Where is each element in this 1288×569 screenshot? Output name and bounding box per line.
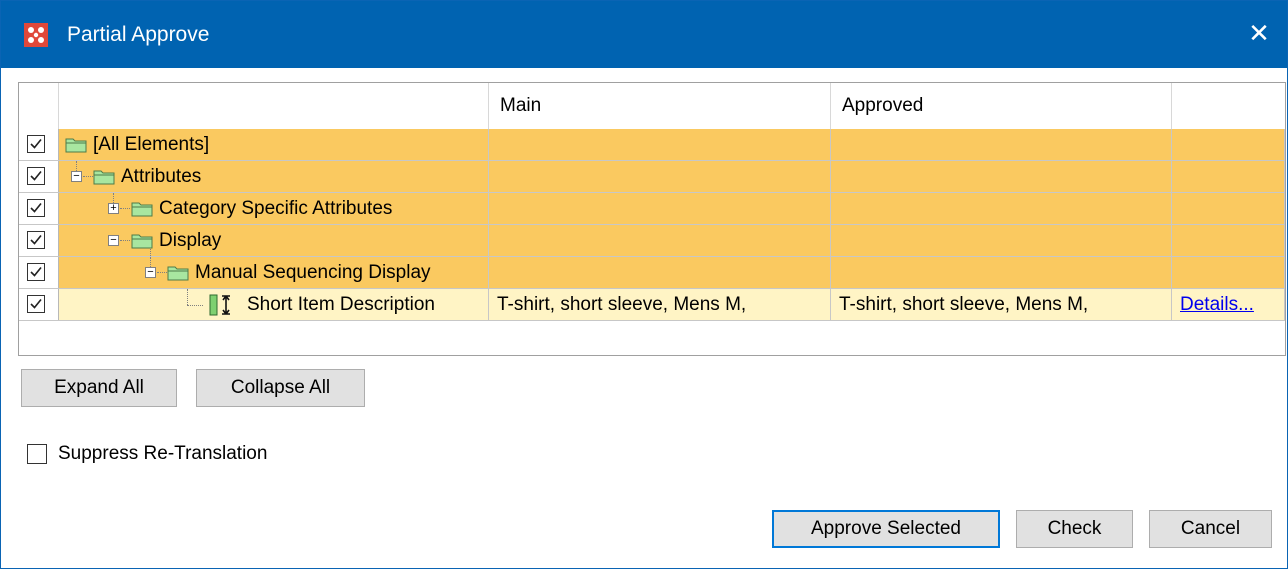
details-cell bbox=[1172, 129, 1285, 160]
checkbox-cell bbox=[19, 193, 59, 224]
checkmark-icon bbox=[30, 138, 42, 149]
folder-icon bbox=[167, 266, 189, 281]
table-row[interactable]: + Category Specific Attributes bbox=[19, 193, 1285, 225]
approve-selected-button[interactable]: Approve Selected bbox=[772, 510, 1000, 548]
tree-cell[interactable]: − Display bbox=[59, 225, 489, 256]
tree-connector bbox=[83, 176, 93, 177]
tree-connector bbox=[187, 305, 203, 306]
main-cell bbox=[489, 225, 831, 256]
details-link[interactable]: Details... bbox=[1180, 294, 1254, 315]
tree-connector bbox=[120, 240, 130, 241]
details-cell bbox=[1172, 225, 1285, 256]
row-checkbox[interactable] bbox=[27, 295, 45, 313]
tree-cell[interactable]: Short Item Description bbox=[59, 289, 489, 320]
tree-node-label: Attributes bbox=[121, 166, 202, 187]
collapse-toggle-icon[interactable]: − bbox=[145, 267, 156, 278]
checkbox-cell bbox=[19, 129, 59, 160]
tree-cell[interactable]: + Category Specific Attributes bbox=[59, 193, 489, 224]
details-cell bbox=[1172, 161, 1285, 192]
grid-header: Main Approved bbox=[19, 83, 1285, 130]
checkmark-icon bbox=[30, 202, 42, 213]
main-cell bbox=[489, 193, 831, 224]
window-title: Partial Approve bbox=[67, 23, 210, 46]
approved-cell: T-shirt, short sleeve, Mens M, bbox=[831, 289, 1172, 320]
collapse-toggle-icon[interactable]: − bbox=[71, 171, 82, 182]
details-cell: Details... bbox=[1172, 289, 1285, 320]
approved-cell bbox=[831, 225, 1172, 256]
tree-cell[interactable]: − Attributes bbox=[59, 161, 489, 192]
checkbox-cell bbox=[19, 161, 59, 192]
main-cell bbox=[489, 129, 831, 160]
tree-node-label: Short Item Description bbox=[247, 294, 435, 315]
tree-cell[interactable]: − Manual Sequencing Display bbox=[59, 257, 489, 288]
checkbox-cell bbox=[19, 289, 59, 320]
text-field-icon bbox=[209, 294, 230, 316]
header-approved[interactable]: Approved bbox=[831, 83, 1172, 129]
approved-cell bbox=[831, 129, 1172, 160]
approval-tree-grid: Main Approved [All Elements] − Attribute… bbox=[18, 82, 1286, 356]
checkmark-icon bbox=[30, 266, 42, 277]
row-checkbox[interactable] bbox=[27, 167, 45, 185]
main-cell bbox=[489, 257, 831, 288]
header-main[interactable]: Main bbox=[489, 83, 831, 129]
checkbox-cell bbox=[19, 225, 59, 256]
check-button[interactable]: Check bbox=[1016, 510, 1133, 548]
details-cell bbox=[1172, 193, 1285, 224]
tree-connector bbox=[120, 208, 130, 209]
tree-connector bbox=[187, 289, 188, 305]
collapse-all-button[interactable]: Collapse All bbox=[196, 369, 365, 407]
details-cell bbox=[1172, 257, 1285, 288]
header-details-col bbox=[1172, 83, 1285, 129]
folder-icon bbox=[131, 234, 153, 249]
table-row[interactable]: − Manual Sequencing Display bbox=[19, 257, 1285, 289]
main-cell bbox=[489, 161, 831, 192]
checkmark-icon bbox=[30, 234, 42, 245]
app-logo-icon bbox=[24, 23, 48, 47]
row-checkbox[interactable] bbox=[27, 135, 45, 153]
main-cell: T-shirt, short sleeve, Mens M, bbox=[489, 289, 831, 320]
tree-node-label: Display bbox=[159, 230, 222, 251]
tree-node-label: [All Elements] bbox=[93, 134, 210, 155]
folder-icon bbox=[131, 202, 153, 217]
folder-icon bbox=[93, 170, 115, 185]
title-bar: Partial Approve ✕ bbox=[1, 1, 1287, 68]
tree-node-label: Category Specific Attributes bbox=[159, 198, 393, 219]
header-element-col bbox=[59, 83, 489, 129]
folder-icon bbox=[65, 138, 87, 153]
checkmark-icon bbox=[30, 298, 42, 309]
approved-cell bbox=[831, 161, 1172, 192]
table-row[interactable]: − Attributes bbox=[19, 161, 1285, 193]
partial-approve-dialog: Partial Approve ✕ Main Approved [All Ele… bbox=[0, 0, 1288, 569]
checkbox-cell bbox=[19, 257, 59, 288]
close-icon[interactable]: ✕ bbox=[1239, 13, 1279, 53]
checkmark-icon bbox=[30, 170, 42, 181]
table-row[interactable]: − Display bbox=[19, 225, 1285, 257]
approved-cell bbox=[831, 257, 1172, 288]
row-checkbox[interactable] bbox=[27, 199, 45, 217]
expand-toggle-icon[interactable]: + bbox=[108, 203, 119, 214]
cancel-button[interactable]: Cancel bbox=[1149, 510, 1272, 548]
expand-all-button[interactable]: Expand All bbox=[21, 369, 177, 407]
row-checkbox[interactable] bbox=[27, 231, 45, 249]
table-row[interactable]: [All Elements] bbox=[19, 129, 1285, 161]
table-row[interactable]: Short Item Description T-shirt, short sl… bbox=[19, 289, 1285, 321]
tree-connector bbox=[157, 272, 167, 273]
tree-cell[interactable]: [All Elements] bbox=[59, 129, 489, 160]
row-checkbox[interactable] bbox=[27, 263, 45, 281]
suppress-retranslation-label: Suppress Re-Translation bbox=[58, 443, 268, 464]
collapse-toggle-icon[interactable]: − bbox=[108, 235, 119, 246]
tree-node-label: Manual Sequencing Display bbox=[195, 262, 431, 283]
header-checkbox-col bbox=[19, 83, 59, 129]
approved-cell bbox=[831, 193, 1172, 224]
checkbox-box[interactable] bbox=[27, 444, 47, 464]
